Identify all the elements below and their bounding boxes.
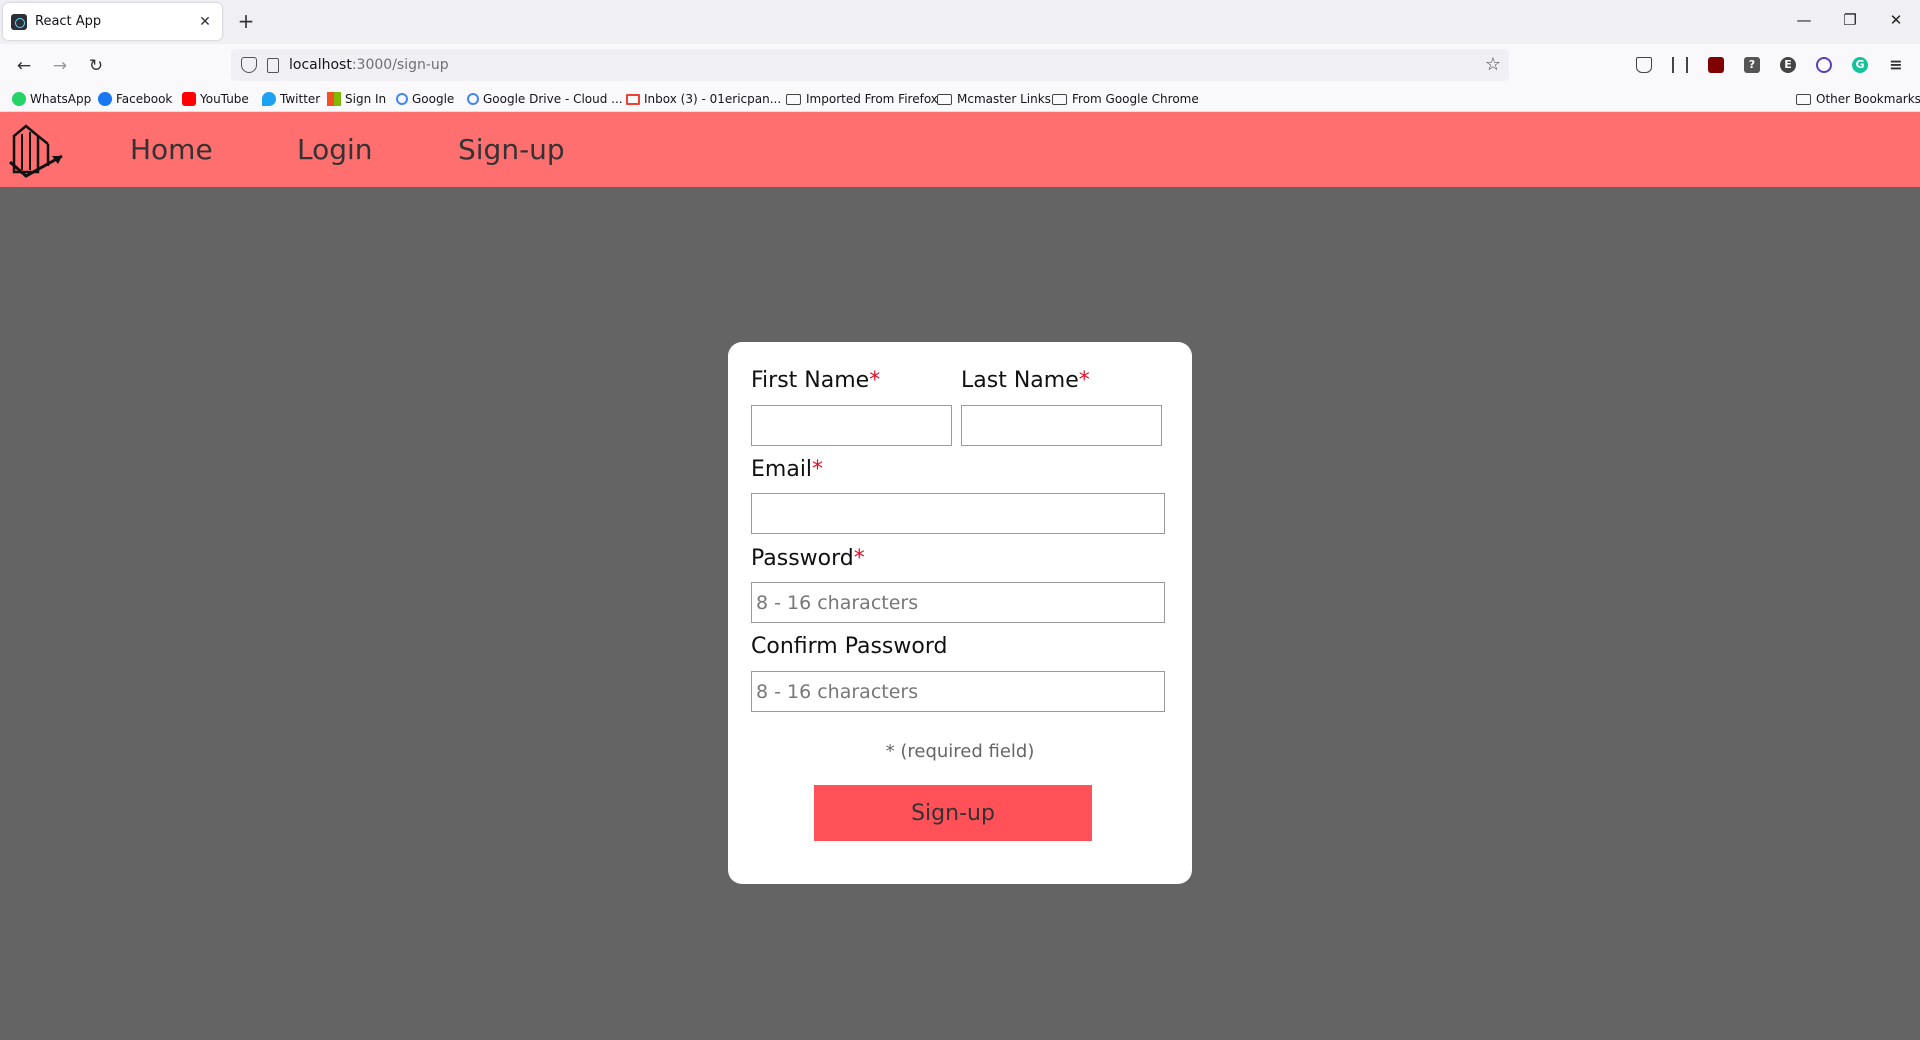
url-host: localhost: [289, 57, 352, 73]
required-asterisk: *: [812, 457, 824, 482]
last-name-input[interactable]: [961, 405, 1162, 446]
folder-icon: [1052, 93, 1067, 105]
browser-toolbar: ← → ↻ localhost :3000/sign-up ☆ ? E G ≡: [0, 44, 1920, 86]
grammarly-icon[interactable]: G: [1852, 57, 1868, 73]
app-header: Home Login Sign-up: [0, 112, 1920, 187]
required-asterisk: *: [1078, 368, 1090, 393]
gmail-icon: [626, 93, 640, 105]
bookmark-google[interactable]: Google: [396, 90, 454, 108]
password-label: Password*: [751, 546, 865, 571]
microsoft-icon: [327, 92, 341, 106]
confirm-password-label: Confirm Password: [751, 634, 947, 659]
whatsapp-icon: [12, 92, 26, 106]
back-button[interactable]: ←: [12, 54, 36, 78]
extension-e-icon[interactable]: E: [1780, 57, 1796, 73]
minimize-button[interactable]: —: [1792, 11, 1816, 29]
help-extension-icon[interactable]: ?: [1744, 57, 1760, 73]
bookmark-label: YouTube: [200, 92, 249, 106]
required-asterisk: *: [869, 368, 881, 393]
bookmark-label: From Google Chrome: [1072, 92, 1199, 106]
bookmark-star-icon[interactable]: ☆: [1485, 54, 1501, 75]
blocker-extension-icon[interactable]: [1816, 57, 1832, 73]
google-icon: [396, 93, 408, 105]
folder-icon: [1796, 93, 1811, 105]
browser-tab-bar: React App ✕ + — ❐ ✕: [0, 0, 1920, 44]
confirm-password-input[interactable]: [751, 671, 1165, 712]
bookmark-label: Imported From Firefox: [806, 92, 938, 106]
nav-login-link[interactable]: Login: [297, 133, 373, 166]
url-bar[interactable]: localhost :3000/sign-up ☆: [231, 49, 1509, 81]
signup-submit-button[interactable]: Sign-up: [814, 785, 1092, 841]
bookmark-label: Sign In: [345, 92, 387, 106]
first-name-label: First Name*: [751, 368, 880, 393]
signup-form-card: First Name* Last Name* Email* Password* …: [728, 342, 1192, 884]
ublock-origin-icon[interactable]: [1708, 57, 1724, 73]
password-label-text: Password: [751, 546, 854, 571]
bookmark-folder-mcmaster-links[interactable]: Mcmaster Links: [937, 90, 1051, 108]
required-asterisk: *: [853, 546, 865, 571]
react-favicon-icon: [11, 13, 27, 30]
pocket-icon[interactable]: [1636, 57, 1652, 73]
new-tab-button[interactable]: +: [234, 9, 258, 33]
bookmark-whatsapp[interactable]: WhatsApp: [12, 90, 91, 108]
google-icon: [467, 93, 479, 105]
email-input[interactable]: [751, 493, 1165, 534]
tab-close-icon[interactable]: ✕: [196, 14, 214, 30]
library-icon[interactable]: [1672, 57, 1688, 73]
browser-tab[interactable]: React App ✕: [3, 3, 222, 40]
other-bookmarks-folder[interactable]: Other Bookmarks: [1796, 90, 1920, 108]
nav-signup-link[interactable]: Sign-up: [458, 133, 565, 166]
bookmark-label: Google Drive - Cloud ...: [483, 92, 623, 106]
bookmark-sign-in[interactable]: Sign In: [327, 90, 386, 108]
bookmark-label: Inbox (3) - 01ericpan...: [644, 92, 782, 106]
email-label: Email*: [751, 457, 823, 482]
url-path: :3000/sign-up: [351, 57, 449, 73]
password-input[interactable]: [751, 582, 1165, 623]
first-name-label-text: First Name: [751, 368, 870, 393]
email-label-text: Email: [751, 457, 813, 482]
folder-icon: [937, 93, 952, 105]
menu-icon[interactable]: ≡: [1888, 57, 1904, 73]
bookmark-youtube[interactable]: YouTube: [182, 90, 249, 108]
window-close-button[interactable]: ✕: [1884, 11, 1908, 29]
confirm-password-label-text: Confirm Password: [751, 634, 948, 659]
reload-button[interactable]: ↻: [84, 54, 108, 78]
building-chart-logo-icon[interactable]: [8, 122, 66, 178]
twitter-icon: [262, 92, 276, 106]
tab-title: React App: [35, 14, 102, 29]
bookmark-label: Twitter: [280, 92, 321, 106]
bookmark-inbox[interactable]: Inbox (3) - 01ericpan...: [626, 90, 781, 108]
last-name-label: Last Name*: [961, 368, 1090, 393]
nav-home-link[interactable]: Home: [130, 133, 213, 166]
page-info-icon[interactable]: [267, 57, 279, 73]
bookmark-facebook[interactable]: Facebook: [98, 90, 172, 108]
bookmark-label: WhatsApp: [30, 92, 92, 106]
tracking-shield-icon[interactable]: [241, 57, 257, 73]
restore-button[interactable]: ❐: [1838, 11, 1862, 29]
facebook-icon: [98, 92, 112, 106]
youtube-icon: [182, 92, 196, 106]
bookmark-folder-from-google-chrome[interactable]: From Google Chrome: [1052, 90, 1199, 108]
bookmark-label: Google: [412, 92, 455, 106]
last-name-label-text: Last Name: [961, 368, 1079, 393]
bookmark-folder-imported-from-firefox[interactable]: Imported From Firefox: [786, 90, 938, 108]
other-bookmarks-label: Other Bookmarks: [1816, 92, 1920, 106]
required-field-note: * (required field): [885, 741, 1035, 762]
bookmark-twitter[interactable]: Twitter: [262, 90, 320, 108]
bookmark-label: Facebook: [116, 92, 173, 106]
first-name-input[interactable]: [751, 405, 952, 446]
bookmark-google-drive[interactable]: Google Drive - Cloud ...: [467, 90, 623, 108]
bookmark-label: Mcmaster Links: [957, 92, 1051, 106]
bookmarks-bar: WhatsApp Facebook YouTube Twitter Sign I…: [0, 86, 1920, 112]
folder-icon: [786, 93, 801, 105]
forward-button[interactable]: →: [48, 54, 72, 78]
